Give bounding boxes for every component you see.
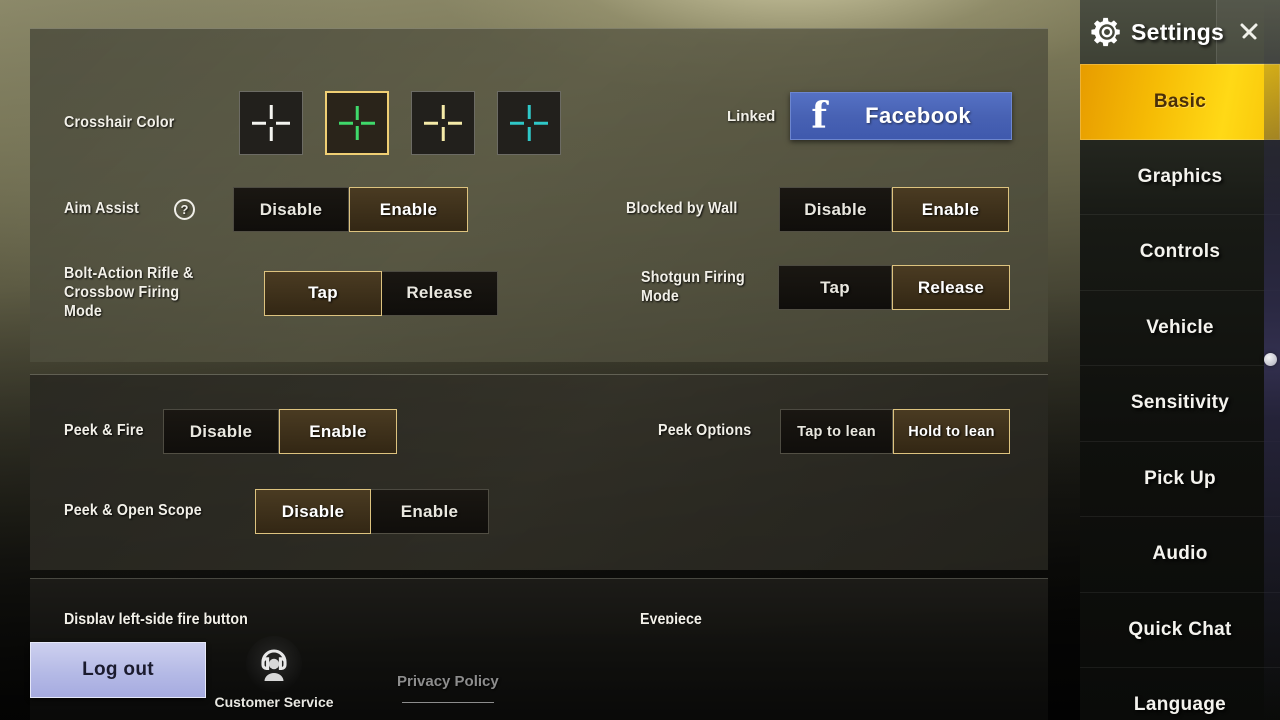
- privacy-policy-label: Privacy Policy: [397, 673, 499, 690]
- blocked-by-wall-row: Blocked by Wall Disable Enable: [626, 187, 1009, 232]
- aim-assist-toggle: Disable Enable: [233, 187, 468, 232]
- sidebar-item-label: Audio: [1152, 543, 1208, 565]
- crosshair-swatch-white[interactable]: [239, 91, 303, 155]
- peek-options-tap-to-lean-button[interactable]: Tap to lean: [780, 409, 893, 454]
- settings-screen: Crosshair Color Linked f Facebook Aim As…: [0, 0, 1280, 720]
- bolt-action-tap-button[interactable]: Tap: [264, 270, 382, 316]
- aim-assist-help-icon[interactable]: ?: [174, 199, 195, 220]
- sidebar-item-controls[interactable]: Controls: [1080, 215, 1280, 291]
- bolt-action-label-line1: Bolt-Action Rifle &: [64, 265, 194, 282]
- peek-open-scope-disable-button[interactable]: Disable: [255, 489, 371, 534]
- logout-button-label: Log out: [82, 659, 154, 680]
- peek-and-fire-disable-button[interactable]: Disable: [163, 409, 279, 454]
- sidebar-item-sensitivity[interactable]: Sensitivity: [1080, 366, 1280, 442]
- crosshair-color-options: [239, 91, 561, 155]
- sidebar-item-language[interactable]: Language: [1080, 668, 1280, 720]
- basic-settings-panel-2: Peek & Fire Disable Enable Peek Options …: [30, 374, 1048, 570]
- privacy-policy-link[interactable]: Privacy Policy: [397, 673, 499, 703]
- shotgun-firing-tap-button[interactable]: Tap: [778, 265, 892, 310]
- blocked-by-wall-enable-button[interactable]: Enable: [892, 187, 1009, 232]
- aim-assist-label: Aim Assist: [64, 200, 140, 218]
- sidebar-item-pick-up[interactable]: Pick Up: [1080, 442, 1280, 517]
- peek-and-fire-enable-button[interactable]: Enable: [279, 409, 397, 454]
- shotgun-firing-toggle: Tap Release: [778, 265, 1010, 310]
- logout-button[interactable]: Log out: [30, 642, 206, 698]
- peek-open-scope-toggle: Disable Enable: [255, 489, 489, 534]
- peek-and-fire-row: Peek & Fire Disable Enable: [64, 409, 397, 454]
- peek-options-toggle: Tap to lean Hold to lean: [780, 409, 1010, 454]
- aim-assist-row: Aim Assist ? Disable Enable: [64, 187, 468, 232]
- linked-label: Linked: [727, 107, 776, 125]
- blocked-by-wall-label: Blocked by Wall: [626, 200, 738, 218]
- bolt-action-label-line2: Crossbow Firing Mode: [64, 283, 180, 320]
- eyepiece-label: Eyepiece: [640, 611, 702, 624]
- crosshair-swatch-green[interactable]: [325, 91, 389, 155]
- aim-assist-enable-button[interactable]: Enable: [349, 187, 468, 232]
- bolt-action-toggle: Tap Release: [264, 270, 498, 316]
- customer-service-label: Customer Service: [214, 694, 334, 710]
- sidebar-item-label: Graphics: [1137, 165, 1223, 187]
- display-fire-button-label: Display left-side fire button: [64, 611, 248, 624]
- shotgun-firing-label: Shotgun Firing Mode: [641, 269, 778, 307]
- linked-account-row: Linked f Facebook: [727, 92, 1013, 140]
- sidebar-header: Settings: [1080, 0, 1280, 64]
- sidebar-item-basic[interactable]: Basic: [1080, 64, 1280, 140]
- shotgun-firing-label-line1: Shotgun Firing: [641, 268, 745, 286]
- sidebar-item-quick-chat[interactable]: Quick Chat: [1080, 593, 1280, 668]
- peek-open-scope-enable-button[interactable]: Enable: [371, 489, 489, 534]
- bolt-action-release-button[interactable]: Release: [382, 270, 498, 316]
- shotgun-firing-release-button[interactable]: Release: [892, 265, 1010, 310]
- sidebar-item-label: Language: [1133, 694, 1227, 716]
- peek-options-hold-to-lean-button[interactable]: Hold to lean: [893, 409, 1010, 454]
- gear-icon: [1090, 15, 1124, 49]
- blocked-by-wall-disable-button[interactable]: Disable: [779, 187, 892, 232]
- peek-and-fire-toggle: Disable Enable: [163, 409, 397, 454]
- scrollbar-thumb[interactable]: [1264, 353, 1277, 366]
- bolt-action-firing-mode-row: Bolt-Action Rifle & Crossbow Firing Mode…: [64, 265, 498, 322]
- facebook-button-label: Facebook: [865, 103, 972, 128]
- shotgun-firing-mode-row: Shotgun Firing Mode Tap Release: [641, 265, 1010, 310]
- crosshair-color-row: Crosshair Color: [64, 91, 561, 155]
- peek-open-scope-row: Peek & Open Scope Disable Enable: [64, 489, 489, 534]
- crosshair-swatch-yellow[interactable]: [411, 91, 475, 155]
- sidebar-item-label: Vehicle: [1146, 316, 1214, 338]
- scrollbar-track[interactable]: [1264, 0, 1280, 720]
- headset-person-icon: [246, 636, 302, 692]
- peek-open-scope-label: Peek & Open Scope: [64, 502, 202, 520]
- sidebar-item-label: Sensitivity: [1130, 392, 1230, 414]
- sidebar-item-audio[interactable]: Audio: [1080, 517, 1280, 593]
- peek-options-label: Peek Options: [658, 422, 752, 440]
- settings-title: Settings: [1131, 18, 1225, 45]
- crosshair-swatch-cyan[interactable]: [497, 91, 561, 155]
- settings-content: Crosshair Color Linked f Facebook Aim As…: [0, 0, 1080, 720]
- close-icon: [1240, 23, 1257, 39]
- aim-assist-disable-button[interactable]: Disable: [233, 187, 349, 232]
- peek-and-fire-label: Peek & Fire: [64, 422, 144, 440]
- privacy-policy-underline: [401, 702, 494, 703]
- facebook-icon: f: [811, 94, 827, 137]
- sidebar-item-vehicle[interactable]: Vehicle: [1080, 291, 1280, 366]
- bolt-action-label: Bolt-Action Rifle & Crossbow Firing Mode: [64, 265, 234, 322]
- peek-options-row: Peek Options Tap to lean Hold to lean: [658, 409, 1010, 454]
- facebook-link-button[interactable]: f Facebook: [790, 92, 1013, 140]
- blocked-by-wall-toggle: Disable Enable: [779, 187, 1009, 232]
- crosshair-color-label: Crosshair Color: [64, 113, 175, 131]
- sidebar-item-label: Basic: [1153, 90, 1207, 112]
- sidebar-item-label: Pick Up: [1144, 467, 1216, 489]
- customer-service-button[interactable]: Customer Service: [214, 636, 334, 710]
- sidebar-item-label: Quick Chat: [1128, 618, 1232, 640]
- settings-sidebar: Settings Basic Graphics Controls Vehicle…: [1080, 0, 1280, 720]
- sidebar-item-label: Controls: [1139, 241, 1221, 263]
- shotgun-firing-label-line2: Mode: [641, 287, 679, 305]
- basic-settings-panel-1: Crosshair Color Linked f Facebook Aim As…: [30, 28, 1048, 362]
- sidebar-item-graphics[interactable]: Graphics: [1080, 140, 1280, 215]
